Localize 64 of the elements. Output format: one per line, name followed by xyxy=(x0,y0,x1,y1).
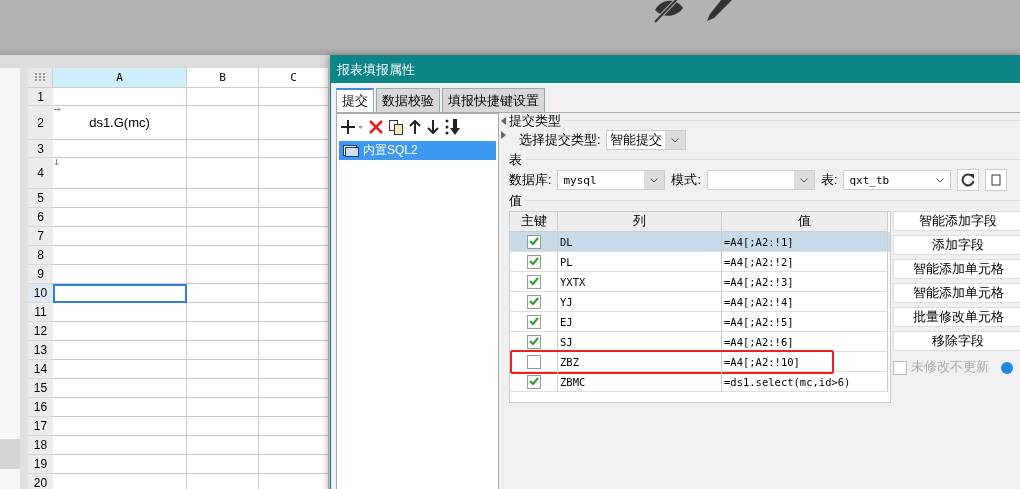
column-header: 列 xyxy=(558,212,722,232)
window-title: 报表填报属性 xyxy=(331,56,1020,83)
action-button[interactable]: 智能添加单元格 xyxy=(893,283,1020,303)
row-header[interactable]: 11 xyxy=(28,303,53,322)
table-cell: =A4[;A2:!10] xyxy=(722,352,888,372)
row-header[interactable]: 17 xyxy=(28,417,53,436)
row-header[interactable]: 6 xyxy=(28,208,53,227)
column-header: 主键 xyxy=(510,212,558,232)
column-header[interactable]: C xyxy=(259,68,329,88)
row-header[interactable]: 4 xyxy=(28,158,53,189)
column-header: 值 xyxy=(722,212,888,232)
table-cell: =A4[;A2:!2] xyxy=(722,252,888,272)
action-button[interactable]: 智能添加单元格 xyxy=(893,259,1020,279)
table-cell: =ds1.select(mc,id>6) xyxy=(722,372,888,392)
row-header[interactable]: 1 xyxy=(28,88,53,106)
row-header[interactable]: 14 xyxy=(28,360,53,379)
table-cell: ZBMC xyxy=(558,372,722,392)
table-cell: =A4[;A2:!1] xyxy=(722,232,888,252)
row-header[interactable]: 16 xyxy=(28,398,53,417)
submit-type-dropdown[interactable]: 智能提交 xyxy=(606,130,687,150)
field-label: 模式: xyxy=(671,171,701,189)
field-label: 表: xyxy=(820,171,838,189)
database-dropdown[interactable]: mysql xyxy=(557,170,666,190)
table-cell: =A4[;A2:!3] xyxy=(722,272,888,292)
table-cell: ZBZ xyxy=(558,352,722,372)
row-header[interactable]: 9 xyxy=(28,265,53,284)
tab[interactable]: 数据校验 xyxy=(376,88,440,112)
row-header[interactable]: 12 xyxy=(28,322,53,341)
table-cell: YXTX xyxy=(558,272,722,292)
row-header[interactable]: 19 xyxy=(28,455,53,474)
row-header[interactable]: 8 xyxy=(28,246,53,265)
table-dropdown[interactable]: qxt_tb xyxy=(843,170,952,190)
row-header[interactable]: 15 xyxy=(28,379,53,398)
checkbox-label: 未修改不更新 xyxy=(911,359,989,376)
action-button[interactable]: 移除字段 xyxy=(893,331,1020,351)
table-cell: SJ xyxy=(558,332,722,352)
table-cell: =A4[;A2:!5] xyxy=(722,312,888,332)
field-label: 数据库: xyxy=(509,171,552,189)
action-button[interactable]: 添加字段 xyxy=(893,235,1020,255)
table-cell: YJ xyxy=(558,292,722,312)
section-title: 提交类型 xyxy=(509,111,561,130)
row-header[interactable]: 20 xyxy=(28,474,53,489)
table-cell: PL xyxy=(558,252,722,272)
row-header[interactable]: 18 xyxy=(28,436,53,455)
action-button[interactable]: 智能添加字段 xyxy=(893,211,1020,231)
row-header[interactable]: 7 xyxy=(28,227,53,246)
tab[interactable]: 填报快捷键设置 xyxy=(442,88,545,112)
table-cell: =A4[;A2:!6] xyxy=(722,332,888,352)
column-header[interactable]: B xyxy=(187,68,259,88)
tab[interactable]: 提交 xyxy=(336,88,374,112)
field-label: 选择提交类型: xyxy=(519,131,601,149)
row-header[interactable]: 10 xyxy=(28,284,53,303)
action-button[interactable]: 批量修改单元格 xyxy=(893,307,1020,327)
row-header[interactable]: 13 xyxy=(28,341,53,360)
section-title: 表 xyxy=(509,150,522,169)
table-cell: EJ xyxy=(558,312,722,332)
row-header[interactable]: 3 xyxy=(28,140,53,158)
row-header[interactable]: 5 xyxy=(28,189,53,208)
row-header[interactable]: 2 xyxy=(28,106,53,140)
table-cell[interactable]: ds1.G(mc) xyxy=(53,106,187,140)
section-title: 值 xyxy=(509,191,522,210)
table-cell: DL xyxy=(558,232,722,252)
table-cell: =A4[;A2:!4] xyxy=(722,292,888,312)
column-header[interactable]: A xyxy=(53,68,187,88)
